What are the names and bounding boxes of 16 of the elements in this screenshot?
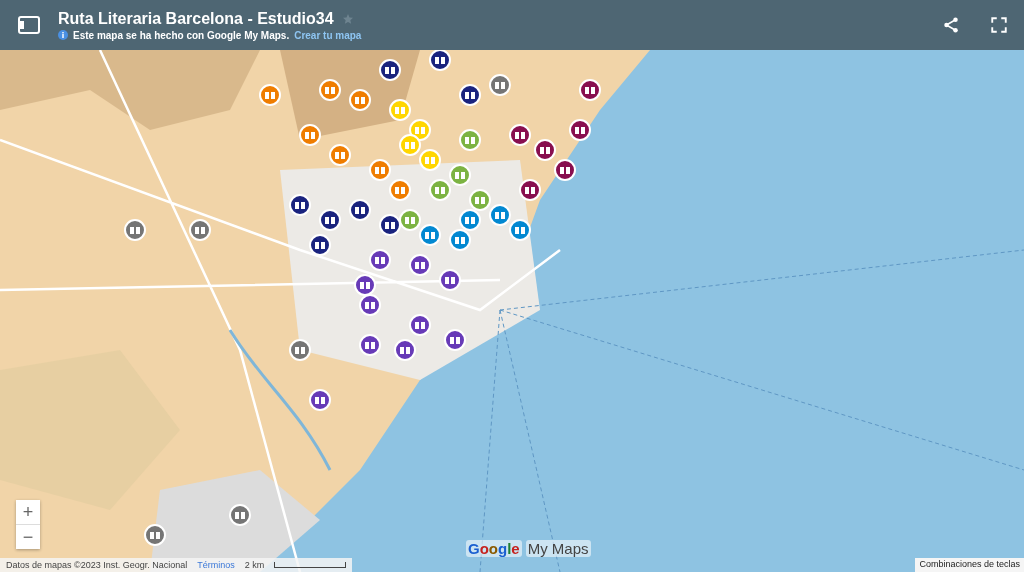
scale-label: 2 km — [244, 560, 265, 570]
brand-logo: Google — [466, 540, 522, 557]
terms-link[interactable]: Términos — [197, 560, 235, 570]
info-icon — [58, 30, 68, 40]
zoom-in-button[interactable]: + — [16, 500, 40, 524]
keyboard-shortcuts-link[interactable]: Combinaciones de teclas — [915, 558, 1024, 572]
map-data-credit: Datos de mapas ©2023 Inst. Geogr. Nacional — [6, 560, 188, 570]
product-name: My Maps — [525, 540, 591, 557]
create-map-link[interactable]: Crear tu mapa — [294, 29, 362, 41]
zoom-out-button[interactable]: − — [16, 525, 40, 549]
share-icon[interactable] — [942, 16, 960, 34]
map-title: Ruta Literaria Barcelona - Estudio34 — [58, 9, 334, 28]
info-text: Este mapa se ha hecho con Google My Maps. — [73, 29, 290, 41]
star-icon[interactable] — [341, 12, 354, 25]
sidebar-toggle-icon[interactable] — [18, 16, 40, 34]
fullscreen-icon[interactable] — [990, 16, 1008, 34]
